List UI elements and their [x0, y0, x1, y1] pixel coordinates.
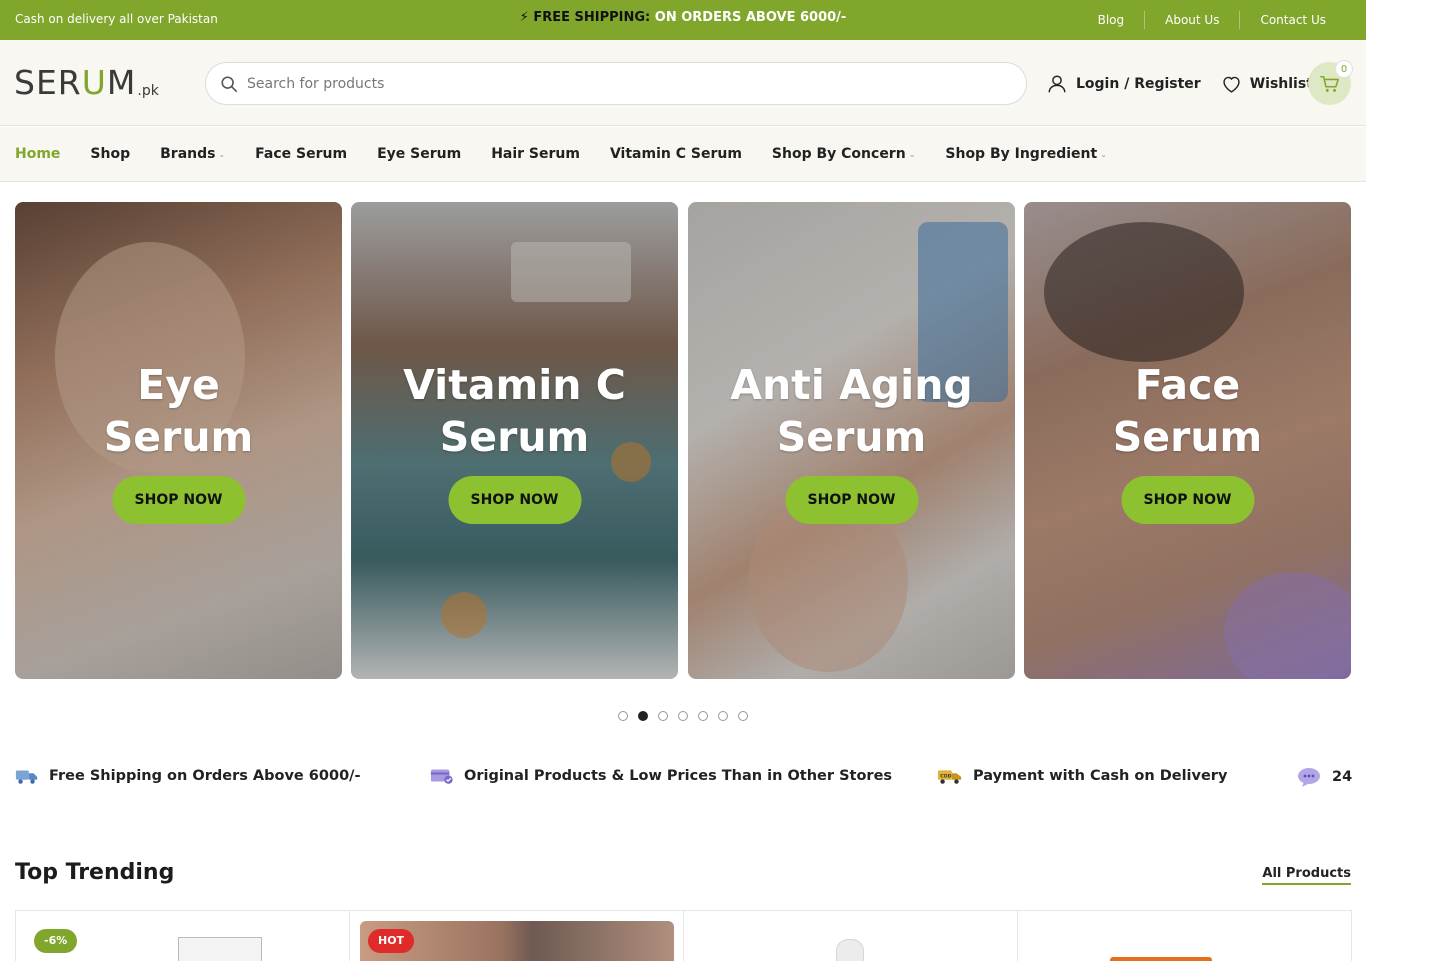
heart-icon: [1223, 76, 1240, 93]
nav-home[interactable]: Home: [15, 146, 60, 162]
feature-free-shipping: Free Shipping on Orders Above 6000/-: [15, 766, 360, 786]
main-nav: Home Shop Brands ⌄ Face Serum Eye Serum H…: [0, 127, 1366, 182]
product-image: [836, 939, 864, 961]
shop-now-button[interactable]: SHOP NOW: [112, 476, 245, 524]
logo-wordmark: SERUM: [14, 63, 137, 102]
feature-support: 24: [1296, 766, 1352, 788]
chevron-down-icon: ⌄: [1100, 149, 1107, 159]
feature-original-products: Original Products & Low Prices Than in O…: [430, 766, 892, 786]
chevron-down-icon: ⌄: [908, 149, 916, 159]
carousel-dot[interactable]: [678, 711, 688, 721]
cod-truck-icon: COD: [937, 770, 962, 784]
cart-icon: [1319, 75, 1339, 92]
carousel-dot[interactable]: [738, 711, 748, 721]
cart-count-badge: 0: [1335, 60, 1353, 78]
carousel-dot-active[interactable]: [638, 711, 648, 721]
product-card[interactable]: [1018, 911, 1351, 961]
carousel-dot[interactable]: [698, 711, 708, 721]
banner-title: Anti Aging Serum: [730, 361, 973, 461]
nav-vitamin-c-serum[interactable]: Vitamin C Serum: [610, 146, 742, 162]
shop-now-button[interactable]: SHOP NOW: [448, 476, 581, 524]
site-logo[interactable]: SERUM .pk: [14, 64, 159, 100]
nav-face-serum[interactable]: Face Serum: [255, 146, 347, 162]
carousel-dot[interactable]: [658, 711, 668, 721]
wishlist-label: Wishlist: [1249, 76, 1313, 92]
search-bar: [205, 62, 1027, 105]
discount-badge: -6%: [34, 929, 78, 953]
blog-link[interactable]: Blog: [1078, 11, 1145, 29]
product-card[interactable]: HOT: [350, 911, 684, 961]
nav-eye-serum[interactable]: Eye Serum: [377, 146, 461, 162]
free-shipping-label: FREE SHIPPING:: [533, 10, 651, 25]
banner-title: Vitamin C Serum: [403, 361, 626, 461]
svg-text:COD: COD: [940, 773, 951, 779]
nav-brands[interactable]: Brands ⌄: [160, 146, 225, 162]
banner-face-serum[interactable]: Face Serum SHOP NOW: [1024, 202, 1351, 679]
shop-now-button[interactable]: SHOP NOW: [785, 476, 918, 524]
header-actions: Login / Register Wishlist: [1046, 63, 1333, 105]
nav-shop-by-ingredient[interactable]: Shop By Ingredient ⌄: [945, 146, 1107, 162]
top-bar: Cash on delivery all over Pakistan ⚡ FRE…: [0, 0, 1366, 40]
trending-products: -6% HOT: [15, 910, 1352, 961]
chat-support-icon: [1298, 768, 1320, 787]
banner-vitamin-c-serum[interactable]: Vitamin C Serum SHOP NOW: [351, 202, 678, 679]
lightning-icon: ⚡: [519, 10, 529, 25]
banner-title: Eye Serum: [103, 361, 254, 461]
logo-tld: .pk: [137, 83, 159, 99]
hot-badge: HOT: [368, 929, 415, 953]
search-input[interactable]: [247, 75, 1007, 92]
card-check-icon: [430, 769, 453, 784]
carousel-dot[interactable]: [618, 711, 628, 721]
banner-anti-aging-serum[interactable]: Anti Aging Serum SHOP NOW: [688, 202, 1015, 679]
nav-shop-by-concern[interactable]: Shop By Concern ⌄: [772, 146, 915, 162]
product-image: [1110, 957, 1212, 961]
banner-title: Face Serum: [1112, 361, 1263, 461]
login-register-label: Login / Register: [1076, 76, 1201, 92]
feature-cash-on-delivery: COD Payment with Cash on Delivery: [937, 766, 1227, 786]
truck-icon: [15, 770, 38, 784]
contact-us-link[interactable]: Contact Us: [1239, 11, 1346, 29]
product-image: [178, 937, 262, 961]
search-icon[interactable]: [220, 75, 238, 93]
nav-hair-serum[interactable]: Hair Serum: [491, 146, 580, 162]
carousel-dot[interactable]: [718, 711, 728, 721]
about-us-link[interactable]: About Us: [1144, 11, 1239, 29]
shop-now-button[interactable]: SHOP NOW: [1121, 476, 1254, 524]
product-card[interactable]: [684, 911, 1018, 961]
feature-strip: Free Shipping on Orders Above 6000/- Ori…: [15, 766, 1355, 792]
banner-eye-serum[interactable]: Eye Serum SHOP NOW: [15, 202, 342, 679]
chevron-down-icon: ⌄: [218, 149, 226, 159]
all-products-link[interactable]: All Products: [1262, 866, 1351, 885]
page: Cash on delivery all over Pakistan ⚡ FRE…: [0, 0, 1366, 961]
wishlist-link[interactable]: Wishlist: [1221, 74, 1313, 94]
product-card[interactable]: -6%: [16, 911, 350, 961]
user-icon: [1048, 75, 1066, 93]
site-header: SERUM .pk Login / Register Wishlist 0: [0, 40, 1366, 126]
login-register-link[interactable]: Login / Register: [1046, 73, 1201, 95]
carousel-pagination: [618, 711, 758, 721]
top-links: Blog About Us Contact Us: [1078, 0, 1346, 40]
nav-shop[interactable]: Shop: [90, 146, 130, 162]
cart-button[interactable]: 0: [1308, 60, 1353, 105]
top-trending-heading: Top Trending: [15, 860, 175, 885]
free-shipping-value: ON ORDERS ABOVE 6000/-: [654, 10, 847, 25]
category-banners: Eye Serum SHOP NOW Vitamin C Serum SHOP NO…: [15, 202, 1352, 679]
